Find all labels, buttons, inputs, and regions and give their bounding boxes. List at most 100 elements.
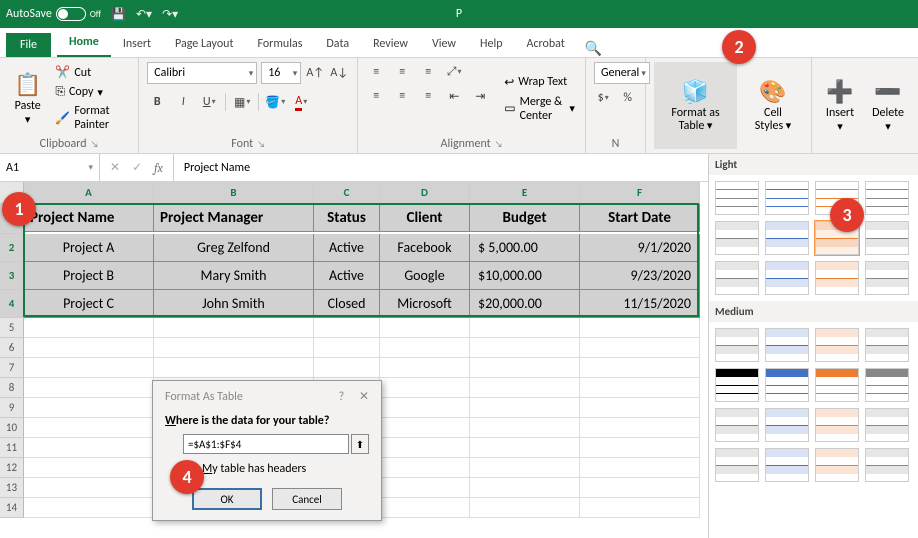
cell[interactable]	[470, 338, 580, 358]
cell-header[interactable]: Start Date	[580, 204, 700, 232]
number-format-combo[interactable]: General	[594, 62, 650, 84]
row-head-7[interactable]: 7	[0, 358, 24, 378]
col-head-e[interactable]: E	[470, 182, 580, 204]
accounting-format-button[interactable]: $	[594, 88, 613, 108]
table-style-light[interactable]	[865, 221, 909, 255]
table-style-medium[interactable]	[865, 368, 909, 402]
col-head-f[interactable]: F	[580, 182, 700, 204]
table-style-medium[interactable]	[865, 408, 909, 442]
cell[interactable]	[380, 338, 470, 358]
table-style-light[interactable]	[715, 181, 759, 215]
tell-me-search-icon[interactable]: 🔍	[585, 40, 602, 57]
tab-review[interactable]: Review	[361, 31, 420, 57]
cell[interactable]: 9/23/2020	[580, 262, 700, 290]
align-bottom-icon[interactable]: ≡	[418, 62, 438, 82]
align-left-icon[interactable]: ≡	[366, 86, 386, 106]
font-name-combo[interactable]: Calibri	[147, 62, 257, 84]
table-style-light[interactable]	[765, 221, 809, 255]
cell-styles-button[interactable]: 🎨 Cell Styles ▾	[743, 62, 803, 149]
dialog-help-icon[interactable]: ?	[339, 390, 345, 404]
table-style-medium[interactable]	[815, 328, 859, 362]
cell[interactable]: Project A	[24, 234, 154, 262]
cell[interactable]: Closed	[314, 290, 380, 318]
merge-center-button[interactable]: ▭Merge & Center ▾	[502, 94, 577, 124]
cell[interactable]	[580, 438, 700, 458]
cell[interactable]: Project C	[24, 290, 154, 318]
table-style-light[interactable]	[865, 181, 909, 215]
range-picker-icon[interactable]: ⬆	[351, 434, 369, 454]
col-head-c[interactable]: C	[314, 182, 380, 204]
table-style-medium[interactable]	[765, 368, 809, 402]
cell[interactable]	[24, 478, 154, 498]
delete-cells-button[interactable]: ➖ Delete▾	[866, 62, 910, 149]
row-head-8[interactable]: 8	[0, 378, 24, 398]
cell[interactable]	[380, 318, 470, 338]
cell[interactable]	[314, 358, 380, 378]
table-style-medium[interactable]	[815, 368, 859, 402]
cell[interactable]	[380, 398, 470, 418]
font-launcher-icon[interactable]: ↘	[257, 139, 265, 150]
row-head-10[interactable]: 10	[0, 418, 24, 438]
cell[interactable]: $20,000.00	[470, 290, 580, 318]
cell[interactable]: John Smith	[154, 290, 314, 318]
format-as-table-button[interactable]: 🧊 Format as Table ▾	[654, 62, 737, 149]
cell[interactable]: Microsoft	[380, 290, 470, 318]
font-color-button[interactable]: A	[291, 92, 311, 112]
cell[interactable]	[24, 418, 154, 438]
cell-header[interactable]: Status	[314, 204, 380, 232]
cell[interactable]	[24, 498, 154, 518]
table-style-light[interactable]	[765, 181, 809, 215]
cell[interactable]	[24, 438, 154, 458]
autosave-switch[interactable]	[56, 7, 86, 21]
italic-button[interactable]: I	[173, 92, 193, 112]
increase-indent-icon[interactable]: ⇥	[470, 86, 490, 106]
table-style-medium[interactable]	[865, 448, 909, 482]
cell[interactable]	[380, 478, 470, 498]
tab-acrobat[interactable]: Acrobat	[515, 31, 577, 57]
cell[interactable]	[380, 378, 470, 398]
cell[interactable]	[154, 338, 314, 358]
table-style-medium[interactable]	[865, 328, 909, 362]
cell[interactable]	[380, 458, 470, 478]
align-center-icon[interactable]: ≡	[392, 86, 412, 106]
name-box[interactable]: A1	[0, 154, 100, 181]
copy-button[interactable]: ⎘Copy ▾	[53, 84, 130, 100]
cell[interactable]	[580, 498, 700, 518]
cancel-formula-icon[interactable]: ✕	[110, 160, 120, 175]
paste-button[interactable]: 📋 Paste▾	[8, 62, 47, 135]
table-style-medium[interactable]	[765, 328, 809, 362]
cell[interactable]	[470, 438, 580, 458]
cell[interactable]: 11/15/2020	[580, 290, 700, 318]
cell[interactable]	[580, 318, 700, 338]
tab-file[interactable]: File	[6, 33, 51, 57]
cell[interactable]	[380, 418, 470, 438]
wrap-text-button[interactable]: ↩Wrap Text	[502, 74, 577, 91]
cell[interactable]	[24, 398, 154, 418]
cell[interactable]	[470, 418, 580, 438]
cell[interactable]	[24, 378, 154, 398]
table-style-medium[interactable]	[715, 368, 759, 402]
borders-button[interactable]: ▦	[232, 92, 252, 112]
row-head-4[interactable]: 4	[0, 290, 24, 318]
row-head-13[interactable]: 13	[0, 478, 24, 498]
row-head-11[interactable]: 11	[0, 438, 24, 458]
cell[interactable]	[154, 318, 314, 338]
align-top-icon[interactable]: ≡	[366, 62, 386, 82]
cell[interactable]	[470, 318, 580, 338]
tab-data[interactable]: Data	[314, 31, 361, 57]
table-style-light[interactable]	[865, 261, 909, 295]
cell[interactable]	[470, 358, 580, 378]
increase-font-icon[interactable]: A↑	[305, 63, 325, 83]
cell[interactable]: Greg Zelfond	[154, 234, 314, 262]
cell[interactable]	[24, 358, 154, 378]
autosave-toggle[interactable]: AutoSave Off	[6, 7, 101, 21]
underline-button[interactable]: U	[199, 92, 219, 112]
font-size-combo[interactable]: 16	[261, 62, 301, 84]
align-middle-icon[interactable]: ≡	[392, 62, 412, 82]
table-style-light[interactable]	[765, 261, 809, 295]
cell-header[interactable]: Client	[380, 204, 470, 232]
table-style-medium[interactable]	[715, 448, 759, 482]
cell[interactable]: Active	[314, 262, 380, 290]
tab-help[interactable]: Help	[468, 31, 515, 57]
cell[interactable]	[24, 458, 154, 478]
